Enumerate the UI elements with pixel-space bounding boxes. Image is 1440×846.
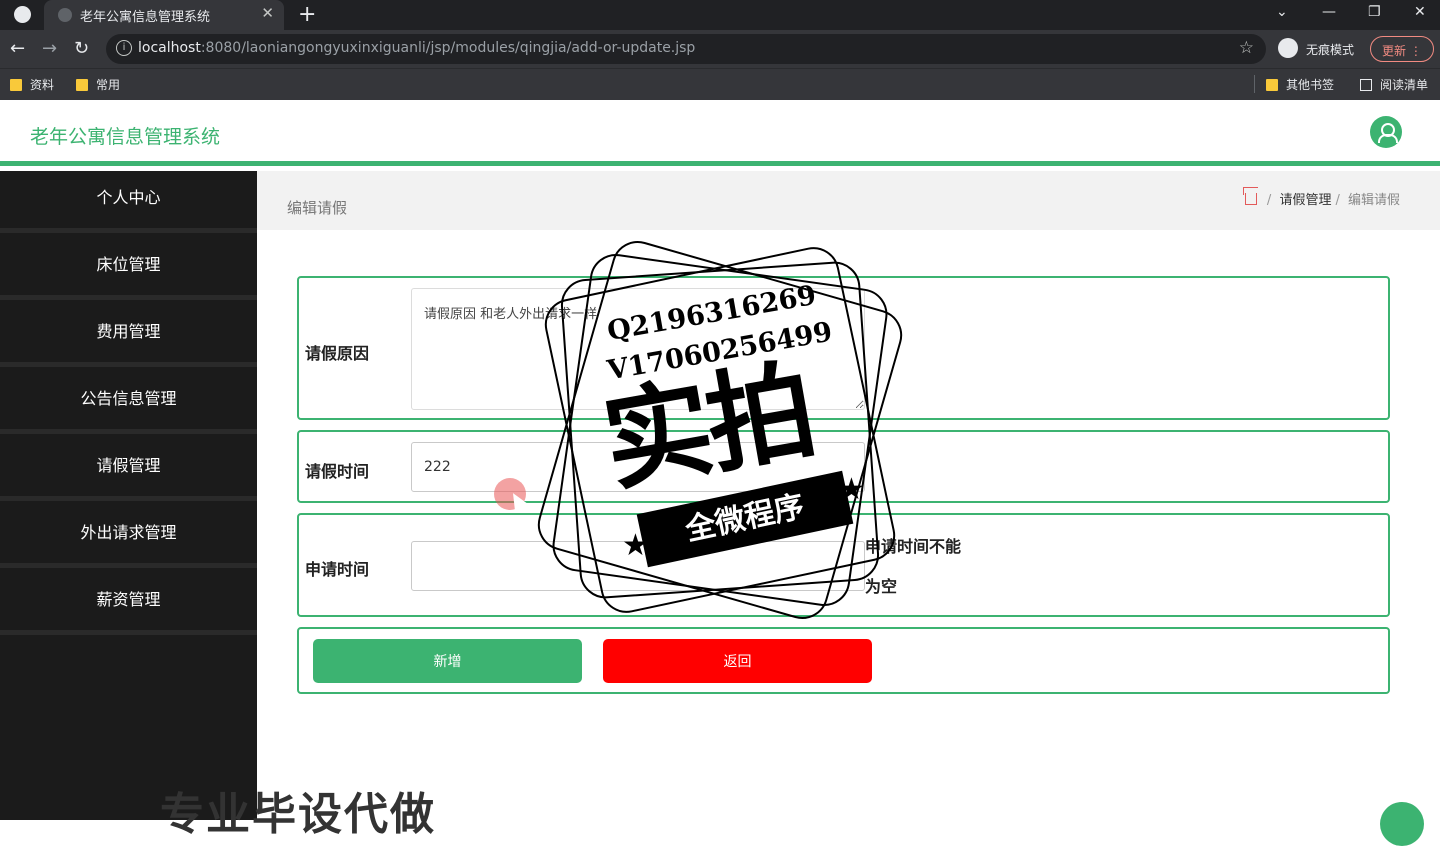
globe-icon[interactable] bbox=[14, 6, 31, 23]
tab-title: 老年公寓信息管理系统 bbox=[80, 10, 211, 25]
site-info-icon[interactable]: i bbox=[116, 40, 132, 56]
leave-time-input[interactable] bbox=[411, 442, 865, 492]
url-field[interactable]: i localhost:8080/laoniangongyuxinxiguanl… bbox=[106, 34, 1266, 64]
bookmark-divider bbox=[1254, 75, 1255, 93]
apply-time-error-line2: 为空 bbox=[865, 577, 898, 596]
new-tab-icon[interactable]: + bbox=[298, 2, 316, 27]
incognito-icon[interactable] bbox=[1278, 38, 1298, 58]
sidebar: 个人中心 床位管理 费用管理 公告信息管理 请假管理 外出请求管理 薪资管理 bbox=[0, 171, 257, 820]
sidebar-item-bed-management[interactable]: 床位管理 bbox=[0, 238, 257, 300]
reload-icon[interactable]: ↻ bbox=[74, 38, 89, 59]
folder-icon bbox=[76, 79, 88, 91]
breadcrumb: / 请假管理 / 编辑请假 bbox=[1244, 189, 1400, 208]
reading-list[interactable]: 阅读清单 bbox=[1360, 76, 1428, 93]
restore-icon[interactable]: ❐ bbox=[1368, 4, 1381, 20]
folder-icon bbox=[10, 79, 22, 91]
forward-arrow-icon[interactable]: → bbox=[42, 38, 57, 59]
minimize-icon[interactable]: — bbox=[1322, 4, 1336, 20]
add-button[interactable]: 新增 bbox=[313, 639, 582, 683]
apply-time-input[interactable] bbox=[411, 541, 865, 591]
breadcrumb-current: 编辑请假 bbox=[1347, 193, 1400, 208]
sidebar-item-notice-management[interactable]: 公告信息管理 bbox=[0, 372, 257, 434]
incognito-label: 无痕模式 bbox=[1306, 43, 1355, 57]
form-row-reason: 请假原因 请假原因 和老人外出请求一样 bbox=[297, 276, 1390, 420]
folder-icon bbox=[1266, 79, 1278, 91]
bookmark-folder[interactable]: 资料 bbox=[10, 76, 54, 93]
url-text: localhost:8080/laoniangongyuxinxiguanli/… bbox=[138, 40, 696, 56]
reading-list-icon bbox=[1360, 79, 1372, 91]
floating-action-button[interactable] bbox=[1380, 802, 1424, 846]
bookmark-star-icon[interactable]: ☆ bbox=[1239, 38, 1254, 58]
breadcrumb-bar: 编辑请假 / 请假管理 / 编辑请假 bbox=[257, 171, 1440, 230]
sidebar-item-outing-management[interactable]: 外出请求管理 bbox=[0, 506, 257, 568]
other-bookmarks[interactable]: 其他书签 bbox=[1266, 76, 1334, 93]
page-title: 编辑请假 bbox=[287, 199, 348, 217]
form-row-actions: 新增 返回 bbox=[297, 627, 1390, 694]
browser-tab[interactable]: 老年公寓信息管理系统 ✕ bbox=[44, 0, 284, 30]
tab-search-icon[interactable]: ⌄ bbox=[1276, 4, 1288, 20]
tab-favicon-icon bbox=[58, 8, 72, 22]
user-avatar-icon[interactable] bbox=[1370, 116, 1402, 148]
breadcrumb-leave-management[interactable]: 请假管理 bbox=[1279, 193, 1331, 208]
leave-time-label: 请假时间 bbox=[305, 462, 370, 481]
browser-tab-bar: 老年公寓信息管理系统 ✕ + ⌄ — ❐ ✕ bbox=[0, 0, 1440, 30]
sidebar-item-leave-management[interactable]: 请假管理 bbox=[0, 439, 257, 501]
app-header: 老年公寓信息管理系统 bbox=[0, 100, 1440, 166]
bookmark-folder[interactable]: 常用 bbox=[76, 76, 120, 93]
bookmarks-bar: 资料 常用 其他书签 阅读清单 bbox=[0, 68, 1440, 100]
form-row-apply-time: 申请时间 申请时间不能 为空 bbox=[297, 513, 1390, 617]
apply-time-error-line1: 申请时间不能 bbox=[865, 537, 962, 556]
reason-label: 请假原因 bbox=[305, 344, 370, 363]
sidebar-item-fee-management[interactable]: 费用管理 bbox=[0, 305, 257, 367]
apply-time-label: 申请时间 bbox=[305, 560, 370, 579]
reason-textarea[interactable]: 请假原因 和老人外出请求一样 bbox=[411, 288, 865, 410]
back-button[interactable]: 返回 bbox=[603, 639, 872, 683]
back-arrow-icon[interactable]: ← bbox=[10, 38, 25, 59]
close-window-icon[interactable]: ✕ bbox=[1414, 4, 1426, 20]
menu-dots-icon: ⋮ bbox=[1409, 44, 1422, 58]
sidebar-item-personal-center[interactable]: 个人中心 bbox=[0, 171, 257, 233]
watermark-bottom-text: 专业毕设代做 bbox=[160, 789, 436, 840]
form-row-leave-time: 请假时间 bbox=[297, 430, 1390, 503]
sidebar-item-salary-management[interactable]: 薪资管理 bbox=[0, 573, 257, 635]
app-title: 老年公寓信息管理系统 bbox=[30, 126, 221, 148]
address-bar: ← → ↻ i localhost:8080/laoniangongyuxinx… bbox=[0, 30, 1440, 68]
update-button[interactable]: 更新 ⋮ bbox=[1370, 36, 1434, 62]
tab-close-icon[interactable]: ✕ bbox=[261, 4, 274, 22]
home-icon[interactable] bbox=[1244, 193, 1257, 205]
